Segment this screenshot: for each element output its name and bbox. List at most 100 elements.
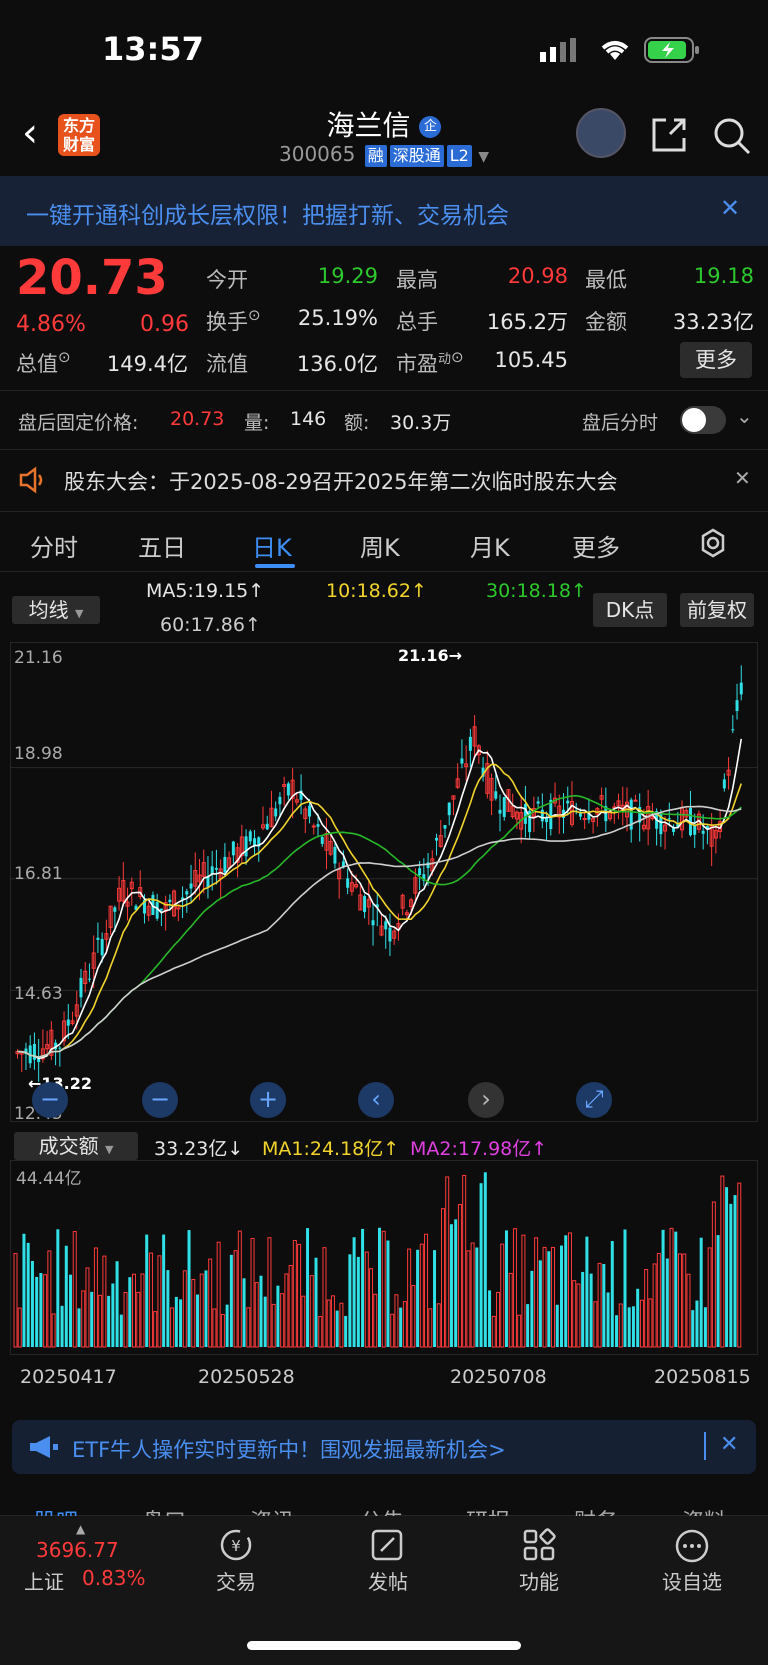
volume-bar bbox=[517, 1314, 522, 1348]
volume-bar bbox=[547, 1251, 551, 1347]
candle-body bbox=[468, 736, 472, 751]
volume-bar bbox=[237, 1230, 242, 1348]
after-hours-toggle[interactable] bbox=[680, 406, 726, 434]
search-icon[interactable] bbox=[712, 116, 752, 156]
candle-body bbox=[58, 1047, 62, 1049]
promo-banner[interactable]: 一键开通科创成长层权限！把握打新、交易机会 ✕ bbox=[0, 176, 768, 246]
candle-body bbox=[536, 801, 540, 804]
volume-bar bbox=[85, 1267, 90, 1348]
volume-bar bbox=[475, 1247, 479, 1347]
info-icon[interactable]: ⊙ bbox=[58, 348, 71, 366]
price-axis-label: 16.81 bbox=[14, 864, 63, 884]
candle-body bbox=[189, 883, 193, 889]
banner-close-icon[interactable]: ✕ bbox=[720, 194, 740, 222]
candle-body bbox=[498, 809, 502, 814]
volume-bar bbox=[288, 1265, 293, 1348]
volume-ma1: MA1:24.18亿↑ bbox=[262, 1138, 400, 1160]
tab-trade[interactable]: 交易 bbox=[186, 1566, 286, 1595]
tab-post[interactable]: 发帖 bbox=[338, 1566, 438, 1595]
info-icon[interactable]: ⊙ bbox=[248, 306, 261, 324]
candle-body bbox=[185, 891, 189, 895]
gear-icon[interactable] bbox=[698, 528, 728, 558]
date-label: 20250417 bbox=[20, 1366, 117, 1388]
ma30-value: 30:18.18↑ bbox=[486, 580, 587, 602]
turnover-label: 换手⊙ bbox=[206, 306, 261, 334]
low-label: 最低 bbox=[585, 268, 627, 292]
volume-bar bbox=[276, 1285, 280, 1347]
tab-five-day[interactable]: 五日 bbox=[138, 528, 186, 563]
candle-body bbox=[248, 831, 252, 842]
zoom-out-button[interactable]: − bbox=[32, 1082, 68, 1118]
volume-bar bbox=[93, 1247, 98, 1348]
zoom-out-button[interactable]: − bbox=[142, 1082, 178, 1118]
volume-bar bbox=[271, 1303, 276, 1348]
volume-bar bbox=[627, 1307, 631, 1347]
promo-text: 一键开通科创成长层权限！把握打新、交易机会 bbox=[26, 203, 509, 229]
scroll-right-button[interactable]: › bbox=[468, 1082, 504, 1118]
volume-bar bbox=[373, 1293, 378, 1348]
volume-bar bbox=[729, 1203, 733, 1347]
volume-bar bbox=[344, 1315, 348, 1347]
volume-bar bbox=[725, 1187, 729, 1347]
volume-bar bbox=[488, 1290, 492, 1347]
etf-text: ETF牛人操作实时更新中！围观发掘最新机会> bbox=[72, 1438, 506, 1462]
ma-selector[interactable]: 均线 ▼ bbox=[12, 596, 100, 624]
volume-bar bbox=[567, 1232, 572, 1348]
volume-bar bbox=[246, 1307, 251, 1348]
fullscreen-button[interactable]: ⤢ bbox=[576, 1082, 612, 1118]
volume-bar bbox=[364, 1251, 369, 1348]
adjust-button[interactable]: 前复权 bbox=[680, 593, 754, 627]
chevron-down-icon[interactable]: ⌄ bbox=[736, 404, 753, 428]
volume-bar bbox=[119, 1314, 123, 1347]
share-icon[interactable] bbox=[650, 116, 688, 154]
tab-weekly-k[interactable]: 周K bbox=[360, 528, 400, 563]
zoom-in-button[interactable]: + bbox=[250, 1082, 286, 1118]
tab-daily-k[interactable]: 日K bbox=[252, 528, 292, 563]
change-amount: 0.96 bbox=[140, 312, 189, 337]
more-dots-icon bbox=[675, 1529, 709, 1563]
volume-bar bbox=[216, 1241, 221, 1348]
volume-bar bbox=[98, 1294, 103, 1348]
ma60-value: 60:17.86↑ bbox=[160, 614, 261, 636]
volume-bar bbox=[306, 1228, 310, 1347]
tab-more[interactable]: 更多 bbox=[572, 528, 620, 563]
scroll-left-button[interactable]: ‹ bbox=[358, 1082, 394, 1118]
volume-bar bbox=[416, 1249, 420, 1347]
volume-bar bbox=[182, 1270, 187, 1348]
candle-body bbox=[87, 978, 91, 980]
info-icon[interactable]: ⊙ bbox=[451, 348, 464, 366]
volume-bar bbox=[69, 1274, 73, 1347]
notice-close-icon[interactable]: ✕ bbox=[734, 466, 751, 490]
etf-close-icon[interactable]: ✕ bbox=[720, 1432, 738, 1457]
tab-add-watchlist[interactable]: 设自选 bbox=[642, 1566, 742, 1595]
volume-bar bbox=[72, 1230, 77, 1348]
robot-avatar[interactable] bbox=[576, 108, 626, 158]
volume-selector[interactable]: 成交额 ▼ bbox=[14, 1132, 138, 1160]
current-price: 20.73 bbox=[16, 250, 168, 306]
volume-bar bbox=[242, 1278, 246, 1347]
date-label: 20250815 bbox=[654, 1366, 751, 1388]
volume-bar bbox=[378, 1227, 381, 1347]
candle-body bbox=[265, 823, 269, 830]
after-hours-price: 20.73 bbox=[170, 408, 225, 430]
index-widget[interactable]: ▲ 3696.77 上证 0.83% bbox=[20, 1522, 160, 1598]
tab-intraday[interactable]: 分时 bbox=[30, 528, 78, 563]
volume-bar bbox=[157, 1255, 162, 1348]
change-percent: 4.86% bbox=[16, 312, 86, 337]
chevron-down-icon[interactable]: ▼ bbox=[478, 149, 489, 165]
etf-banner[interactable]: ETF牛人操作实时更新中！围观发掘最新机会> ✕ bbox=[12, 1420, 756, 1474]
high-label: 最高 bbox=[396, 268, 438, 292]
candle-body bbox=[549, 799, 553, 830]
tab-functions[interactable]: 功能 bbox=[489, 1566, 589, 1595]
tab-monthly-k[interactable]: 月K bbox=[470, 528, 510, 563]
dk-point-button[interactable]: DK点 bbox=[593, 593, 667, 627]
volume-bar bbox=[204, 1270, 208, 1347]
chevron-up-icon: ▲ bbox=[76, 1522, 86, 1536]
candle-body bbox=[320, 836, 324, 844]
volume-bar bbox=[267, 1237, 272, 1348]
more-button[interactable]: 更多 bbox=[680, 342, 752, 378]
volume-bar bbox=[335, 1310, 339, 1347]
volume-bar bbox=[381, 1230, 386, 1348]
tag-margin: 融 bbox=[364, 144, 387, 167]
index-value: 3696.77 bbox=[36, 1538, 119, 1562]
